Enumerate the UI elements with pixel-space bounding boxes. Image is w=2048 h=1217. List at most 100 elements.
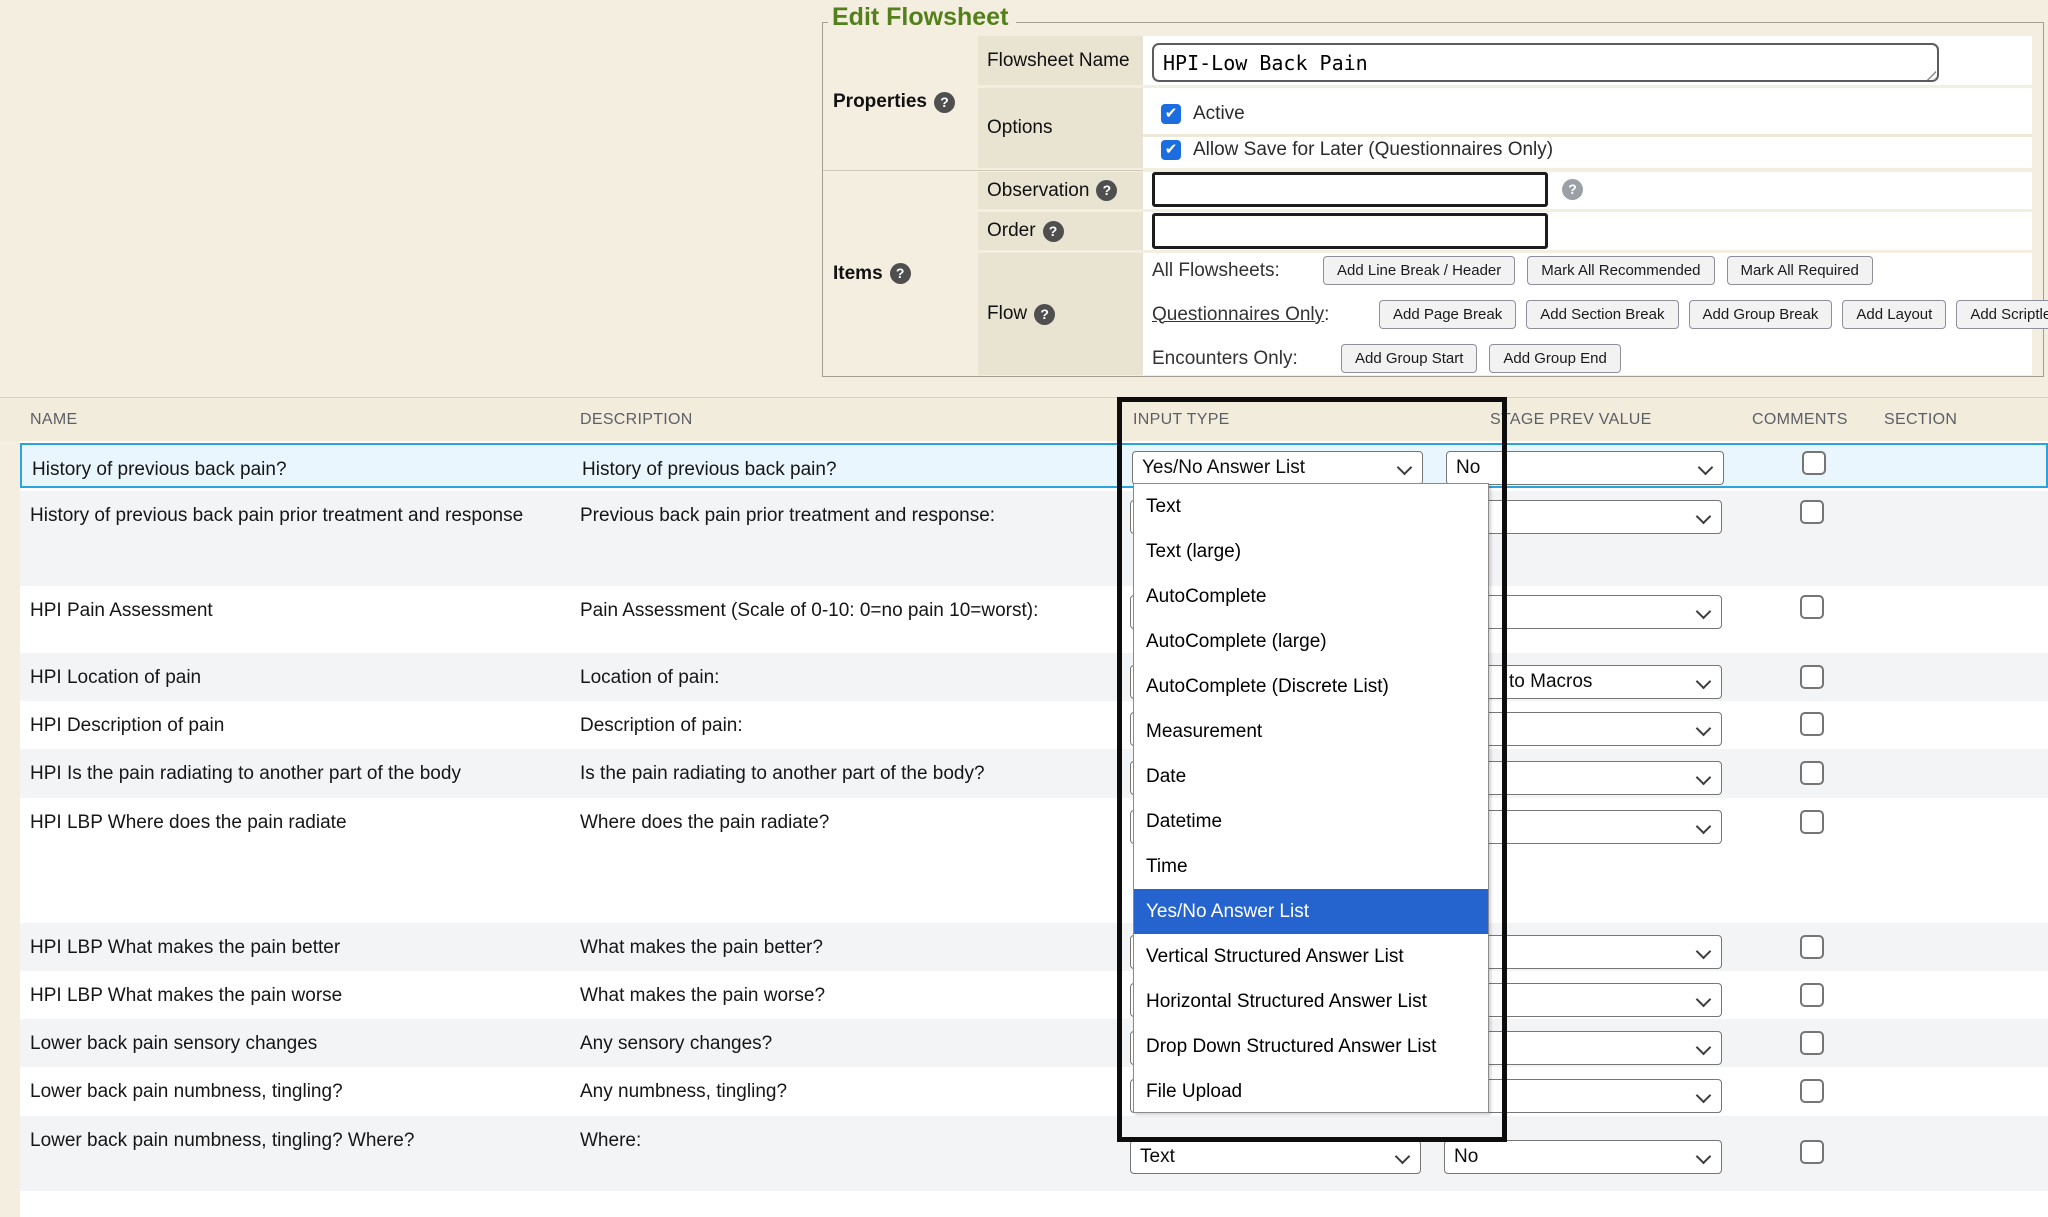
flow-button[interactable]: Mark All Recommended (1527, 256, 1714, 285)
input-type-select[interactable]: Yes/No Answer List (1132, 451, 1423, 485)
comments-checkbox[interactable] (1802, 451, 1826, 475)
table-row[interactable]: HPI Location of painLocation of pain:to … (20, 653, 2048, 701)
column-header-input-type: INPUT TYPE (1133, 411, 1230, 429)
checked-checkbox[interactable]: ✔ (1161, 140, 1181, 160)
dropdown-option[interactable]: Date (1134, 754, 1488, 799)
allow-save-option-label: Allow Save for Later (Questionnaires Onl… (1193, 139, 1553, 161)
column-header-comments: COMMENTS (1752, 411, 1848, 429)
flow-button[interactable]: Add Line Break / Header (1323, 256, 1515, 285)
flow-button[interactable]: Add Page Break (1379, 300, 1516, 329)
flow-group-label: All Flowsheets: (1152, 260, 1312, 282)
help-icon[interactable]: ? (1562, 179, 1583, 200)
dropdown-option[interactable]: Measurement (1134, 709, 1488, 754)
table-row[interactable]: Lower back pain numbness, tingling? Any n… (20, 1067, 2048, 1116)
dropdown-option[interactable]: Yes/No Answer List (1134, 889, 1488, 934)
help-icon[interactable]: ? (1034, 304, 1055, 325)
dropdown-option[interactable]: Text (large) (1134, 529, 1488, 574)
order-input[interactable] (1152, 213, 1548, 249)
dropdown-option[interactable]: Horizontal Structured Answer List (1134, 979, 1488, 1024)
table-row[interactable]: Lower back pain numbness, tingling? Wher… (20, 1116, 2048, 1191)
column-header-description: DESCRIPTION (580, 411, 693, 429)
table-row[interactable]: History of previous back pain?History of… (20, 443, 2048, 488)
table-row[interactable]: HPI Description of painDescription of pa… (20, 701, 2048, 749)
dropdown-option[interactable]: Datetime (1134, 799, 1488, 844)
flow-button[interactable]: Add Group Start (1341, 344, 1477, 373)
flowsheet-name-label: Flowsheet Name (978, 36, 1152, 85)
input-type-select[interactable]: Text (1130, 1140, 1421, 1174)
chevron-down-icon (1696, 1040, 1712, 1056)
flow-button[interactable]: Mark All Required (1727, 256, 1873, 285)
stage-prev-select[interactable]: No (1444, 1140, 1722, 1174)
flow-line-questionnaires-only: Questionnaires Only: Add Page Break Add S… (1152, 300, 2048, 329)
edit-flowsheet-page: Edit Flowsheet Properties ? Items ? Flow… (0, 0, 2048, 1217)
row-name: HPI Pain Assessment (30, 597, 548, 624)
row-name: History of previous back pain prior trea… (30, 502, 548, 529)
row-name: Lower back pain sensory changes (30, 1030, 548, 1057)
properties-section-label: Properties ? (823, 36, 988, 168)
items-table-body: History of previous back pain?History of… (20, 441, 2048, 1217)
row-name: HPI LBP Where does the pain radiate (30, 809, 548, 836)
observation-input[interactable] (1152, 172, 1548, 207)
active-option-label: Active (1193, 103, 1245, 125)
help-icon[interactable]: ? (1043, 221, 1064, 242)
active-option: ✔ Active (1161, 103, 1245, 125)
comments-checkbox[interactable] (1800, 500, 1824, 524)
dropdown-option[interactable]: AutoComplete (Discrete List) (1134, 664, 1488, 709)
dropdown-option[interactable]: Drop Down Structured Answer List (1134, 1024, 1488, 1069)
options-label: Options (978, 88, 1152, 168)
row-name: Lower back pain numbness, tingling? Wher… (30, 1127, 548, 1154)
comments-checkbox[interactable] (1800, 761, 1824, 785)
flow-button[interactable]: Add Layout (1842, 300, 1946, 329)
comments-checkbox[interactable] (1800, 665, 1824, 689)
help-icon[interactable]: ? (890, 263, 911, 284)
options-divider (1143, 134, 2032, 137)
table-row[interactable]: HPI LBP Where does the pain radiateWhere… (20, 798, 2048, 923)
comments-checkbox[interactable] (1800, 935, 1824, 959)
stage-prev-select[interactable]: No (1446, 451, 1724, 485)
chevron-down-icon (1696, 770, 1712, 786)
comments-checkbox[interactable] (1800, 1079, 1824, 1103)
flow-button[interactable]: Add Section Break (1526, 300, 1678, 329)
row-name: HPI Is the pain radiating to another par… (30, 760, 548, 787)
table-row[interactable]: History of previous back pain prior trea… (20, 491, 2048, 586)
flow-button[interactable]: Add Scriptlet (1956, 300, 2048, 329)
table-row[interactable]: Lower back pain sensory changesAny senso… (20, 1019, 2048, 1067)
row-name: HPI Description of pain (30, 712, 548, 739)
chevron-down-icon (1696, 721, 1712, 737)
allow-save-option: ✔ Allow Save for Later (Questionnaires O… (1161, 139, 1553, 161)
flow-button[interactable]: Add Group End (1489, 344, 1620, 373)
comments-checkbox[interactable] (1800, 810, 1824, 834)
flow-group-label: Encounters Only: (1152, 348, 1330, 370)
dropdown-option[interactable]: File Upload (1134, 1069, 1488, 1114)
chevron-down-icon (1696, 509, 1712, 525)
table-row[interactable]: HPI LBP What makes the pain worseWhat ma… (20, 971, 2048, 1019)
dropdown-option[interactable]: Time (1134, 844, 1488, 889)
dropdown-option[interactable]: Vertical Structured Answer List (1134, 934, 1488, 979)
table-row[interactable]: HPI Is the pain radiating to another par… (20, 749, 2048, 798)
flow-group-label: Questionnaires Only: (1152, 304, 1368, 326)
section-divider (823, 170, 1143, 171)
dropdown-option[interactable]: AutoComplete (large) (1134, 619, 1488, 664)
comments-checkbox[interactable] (1800, 712, 1824, 736)
row-description: Any numbness, tingling? (580, 1078, 1102, 1105)
chevron-down-icon (1696, 944, 1712, 960)
table-row[interactable]: HPI Pain Assessment Pain Assessment (Scal… (20, 586, 2048, 653)
flowsheet-name-input[interactable]: HPI-Low Back Pain (1152, 43, 1939, 82)
dropdown-option[interactable]: AutoComplete (1134, 574, 1488, 619)
flow-line-all-flowsheets: All Flowsheets: Add Line Break / Header M… (1152, 256, 1873, 285)
comments-checkbox[interactable] (1800, 983, 1824, 1007)
column-header-section: SECTION (1884, 411, 1957, 429)
comments-checkbox[interactable] (1800, 1031, 1824, 1055)
table-row[interactable]: HPI LBP What makes the pain betterWhat m… (20, 923, 2048, 971)
row-description: Pain Assessment (Scale of 0-10: 0=no pai… (580, 597, 1102, 624)
comments-checkbox[interactable] (1800, 1140, 1824, 1164)
dropdown-option[interactable]: Text (1134, 484, 1488, 529)
help-icon[interactable]: ? (1096, 180, 1117, 201)
help-icon[interactable]: ? (934, 92, 955, 113)
checked-checkbox[interactable]: ✔ (1161, 104, 1181, 124)
column-header-name: NAME (30, 411, 77, 429)
comments-checkbox[interactable] (1800, 595, 1824, 619)
input-type-dropdown: TextText (large)AutoCompleteAutoComplete… (1133, 483, 1489, 1113)
flow-button[interactable]: Add Group Break (1689, 300, 1833, 329)
row-name: Lower back pain numbness, tingling? (30, 1078, 548, 1105)
